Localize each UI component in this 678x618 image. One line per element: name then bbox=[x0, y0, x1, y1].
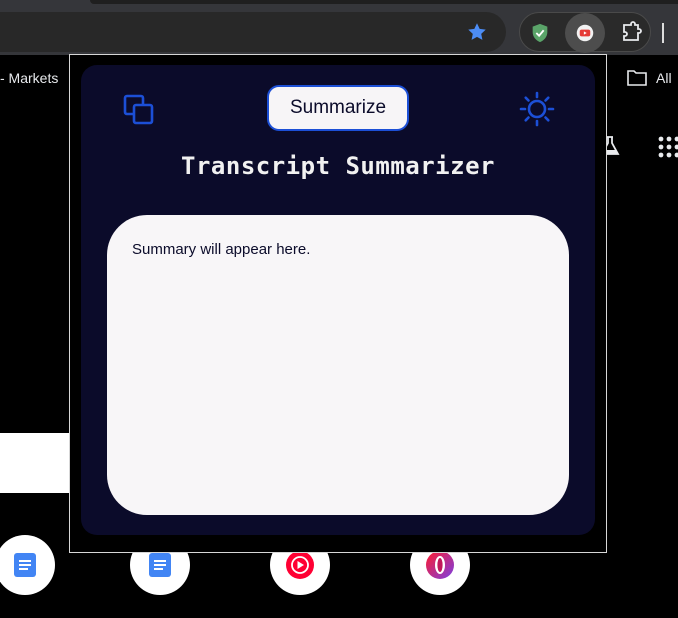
youtube-music-icon bbox=[286, 551, 314, 579]
browser-window: - Markets All Summarize Transcript Summa… bbox=[0, 0, 678, 618]
bookmark-markets[interactable]: - Markets bbox=[0, 70, 58, 86]
popup-title: Transcript Summarizer bbox=[181, 152, 495, 180]
summary-placeholder: Summary will appear here. bbox=[132, 241, 311, 258]
summary-output: Summary will appear here. bbox=[107, 215, 569, 515]
docs-icon bbox=[14, 553, 36, 577]
shield-check-icon[interactable] bbox=[529, 22, 551, 44]
toolbar-divider bbox=[662, 23, 664, 43]
puzzle-icon[interactable] bbox=[619, 21, 643, 45]
apps-grid-icon[interactable] bbox=[658, 136, 678, 158]
page-content-block bbox=[0, 433, 72, 493]
bookmark-all-label: All bbox=[656, 70, 672, 86]
address-bar[interactable] bbox=[0, 12, 506, 52]
bookmark-all[interactable]: All bbox=[626, 69, 672, 87]
copy-icon[interactable] bbox=[123, 94, 155, 126]
opera-icon bbox=[426, 551, 454, 579]
star-icon[interactable] bbox=[466, 21, 488, 43]
summarize-button[interactable]: Summarize bbox=[267, 85, 409, 131]
folder-icon bbox=[627, 70, 647, 86]
docs-icon bbox=[149, 553, 171, 577]
youtube-icon[interactable] bbox=[576, 24, 594, 42]
shortcut-docs[interactable] bbox=[0, 535, 55, 595]
sun-icon[interactable] bbox=[519, 91, 555, 127]
